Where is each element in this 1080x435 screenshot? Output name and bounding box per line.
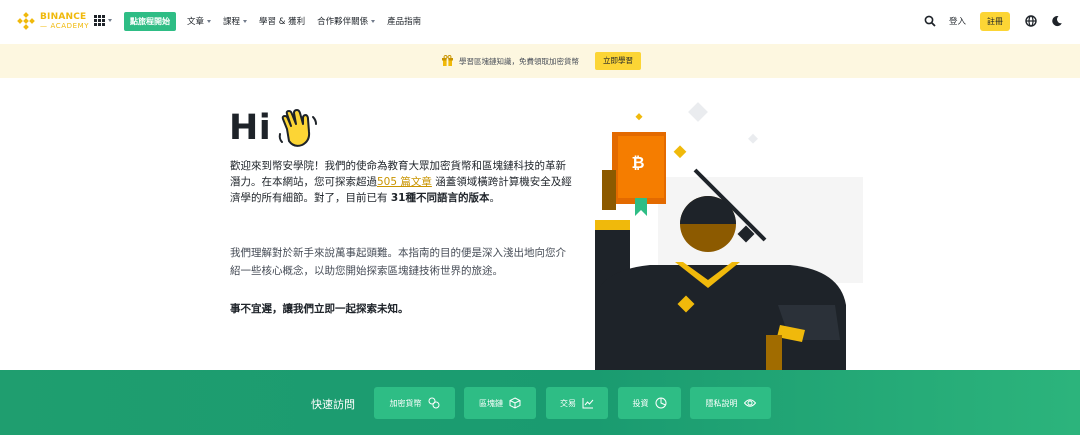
- login-link[interactable]: 登入: [949, 15, 966, 27]
- binance-logo-icon: [17, 12, 35, 30]
- apps-menu-button[interactable]: [94, 15, 112, 26]
- logo-subtitle: — ACADEMY: [40, 21, 90, 30]
- chevron-down-icon: [371, 20, 376, 23]
- gift-icon: [442, 55, 453, 66]
- waving-hand-icon: [278, 109, 317, 147]
- chevron-down-icon: [243, 20, 248, 23]
- greeting-heading: Hi: [229, 108, 272, 148]
- explore-callout: 事不宜遲，讓我們立即一起探索未知。: [230, 303, 409, 315]
- start-journey-button[interactable]: 點旅程開始: [124, 12, 176, 31]
- menu-item-product-guide[interactable]: 產品指南: [387, 15, 421, 27]
- quick-button-label: 交易: [560, 398, 576, 408]
- quick-button-label: 加密貨幣: [389, 398, 422, 408]
- quick-access-bar: 快速訪問 加密貨幣 區塊鏈 交易 投資 隱私說明: [0, 370, 1080, 435]
- quick-access-title: 快速訪問: [311, 398, 355, 411]
- menu-item-courses[interactable]: 課程: [223, 15, 248, 27]
- intro-paragraph: 歡迎來到幣安學院！我們的使命為教育大眾加密貨幣和區塊鏈科技的革新潛力。在本網站，…: [230, 160, 572, 204]
- eye-icon: [743, 399, 756, 407]
- apps-grid-icon: [94, 15, 105, 26]
- languages-count: 31種不同語言的版本: [390, 192, 490, 204]
- quick-button-label: 投資: [632, 398, 649, 408]
- quick-blockchain-button[interactable]: 區塊鏈: [464, 387, 536, 419]
- moon-icon[interactable]: [1051, 15, 1063, 27]
- graduate-illustration: ₿: [595, 102, 863, 370]
- menu-item-learn-earn[interactable]: 學習 & 獲利: [259, 15, 305, 27]
- binance-academy-logo[interactable]: BINANCE — ACADEMY: [16, 11, 89, 31]
- main-menu: 文章 課程 學習 & 獲利 合作夥伴關係 產品指南: [187, 15, 421, 27]
- articles-link[interactable]: 505 篇文章: [377, 176, 432, 188]
- guide-paragraph: 我們理解對於新手來說萬事起頭難。本指南的目的便是深入淺出地向您介紹一些核心概念，…: [230, 247, 566, 277]
- register-button[interactable]: 註冊: [980, 12, 1010, 31]
- chart-line-icon: [582, 398, 594, 409]
- chevron-down-icon: [207, 20, 212, 23]
- pie-chart-icon: [655, 397, 666, 409]
- menu-item-articles[interactable]: 文章: [187, 15, 212, 27]
- promo-banner: 學習區塊鏈知識，免費領取加密貨幣 立即學習: [0, 44, 1080, 78]
- logo-wordmark: BINANCE: [40, 11, 87, 22]
- top-navbar: BINANCE — ACADEMY 點旅程開始 文章 課程 學習 & 獲利 合作…: [0, 0, 1080, 44]
- quick-trading-button[interactable]: 交易: [546, 387, 608, 419]
- quick-privacy-button[interactable]: 隱私說明: [690, 387, 771, 419]
- quick-crypto-button[interactable]: 加密貨幣: [374, 387, 455, 419]
- chevron-down-icon: [108, 19, 112, 22]
- menu-item-partnerships[interactable]: 合作夥伴關係: [317, 15, 376, 27]
- cube-icon: [509, 397, 521, 409]
- coins-icon: [428, 397, 439, 409]
- quick-investing-button[interactable]: 投資: [618, 387, 681, 419]
- quick-button-label: 區塊鏈: [479, 398, 503, 408]
- learn-now-button[interactable]: 立即學習: [595, 52, 641, 70]
- quick-button-label: 隱私說明: [705, 398, 738, 408]
- svg-text:₿: ₿: [631, 153, 644, 172]
- globe-icon[interactable]: [1025, 15, 1037, 27]
- banner-text: 學習區塊鏈知識，免費領取加密貨幣: [459, 57, 579, 66]
- search-icon[interactable]: [924, 15, 936, 27]
